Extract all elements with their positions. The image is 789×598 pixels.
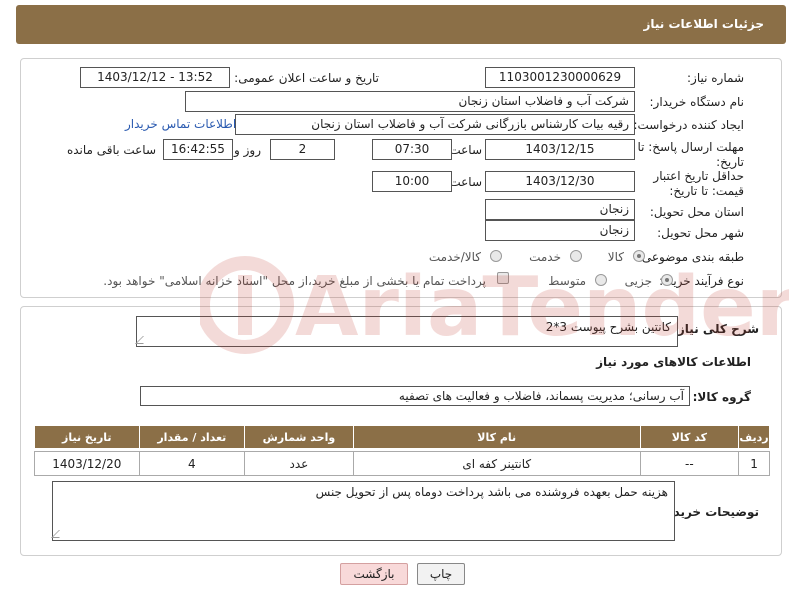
description-text: کانتین بشرح پیوست 3*2 (545, 320, 671, 334)
reply-time-label: ساعت (449, 143, 482, 157)
process-radio-medium[interactable] (595, 274, 607, 286)
description-field: کانتین بشرح پیوست 3*2 (135, 316, 678, 347)
announce-datetime-field: 1403/12/12 - 13:52 (80, 67, 230, 88)
page-title: جزئیات اطلاعات نیاز (643, 17, 764, 31)
category-option-goods: کالا (607, 250, 624, 264)
buyer-org-label: نام دستگاه خریدار: (649, 95, 745, 109)
col-quantity: تعداد / مقدار (138, 425, 246, 449)
back-button[interactable]: بازگشت (340, 563, 408, 585)
category-radio-goods[interactable] (633, 250, 645, 262)
category-radio-goods-service[interactable] (490, 250, 502, 262)
reply-time-field: 07:30 (372, 139, 452, 160)
goods-info-title: اطلاعات کالاهای مورد نیاز (596, 355, 751, 369)
goods-table: ردیف کد کالا نام کالا واحد شمارش تعداد /… (34, 425, 770, 476)
remaining-time-label: ساعت باقی مانده (66, 143, 156, 157)
city-field: زنجان (485, 220, 635, 241)
category-radio-service[interactable] (570, 250, 582, 262)
cell-goods-code: -- (639, 451, 740, 476)
reply-deadline-label: مهلت ارسال پاسخ: تا تاریخ: (637, 140, 744, 169)
resize-handle-icon[interactable] (135, 336, 151, 344)
requester-label: ایجاد کننده درخواست: (633, 118, 744, 132)
print-button[interactable]: چاپ (417, 563, 465, 585)
province-label: استان محل تحویل: (649, 205, 744, 219)
col-goods-code: کد کالا (639, 425, 740, 449)
process-option-medium: متوسط (548, 274, 586, 288)
cell-goods-name: کانتینر کفه ای (352, 451, 641, 476)
announce-datetime-label: تاریخ و ساعت اعلان عمومی: (234, 71, 379, 85)
price-validity-label: حداقل تاریخ اعتبار قیمت: تا تاریخ: (653, 169, 744, 198)
buyer-notes-text: هزینه حمل بعهده فروشنده می باشد پرداخت د… (315, 485, 668, 499)
cell-need-date: 1403/12/20 (34, 451, 140, 476)
price-validity-time-field: 10:00 (372, 171, 452, 192)
treasury-payment-checkbox[interactable] (497, 272, 509, 284)
category-option-service: خدمت (529, 250, 561, 264)
buyer-notes-field: هزینه حمل بعهده فروشنده می باشد پرداخت د… (51, 481, 675, 541)
requester-field: رقیه بیات کارشناس بازرگانی شرکت آب و فاض… (235, 114, 635, 135)
treasury-payment-note: پرداخت تمام یا بخشی از مبلغ خرید،از محل … (103, 274, 486, 288)
need-number-field: 1103001230000629 (485, 67, 635, 88)
need-number-label: شماره نیاز: (687, 71, 744, 85)
table-row: 1 -- کانتینر کفه ای عدد 4 1403/12/20 (34, 451, 770, 476)
price-validity-time-label: ساعت (449, 175, 482, 189)
price-validity-date-field: 1403/12/30 (485, 171, 635, 192)
goods-group-field: آب رسانی؛ مدیریت پسماند، فاضلاب و فعالیت… (140, 386, 690, 406)
days-label: روز و (234, 143, 261, 157)
days-remaining-field: 2 (270, 139, 335, 160)
goods-table-header: ردیف کد کالا نام کالا واحد شمارش تعداد /… (34, 425, 770, 449)
cell-unit: عدد (244, 451, 354, 476)
cell-row-number: 1 (738, 451, 770, 476)
goods-group-label: گروه کالا: (692, 390, 751, 404)
resize-handle-icon[interactable] (51, 530, 67, 538)
col-goods-name: نام کالا (352, 425, 641, 449)
col-unit: واحد شمارش (244, 425, 354, 449)
province-field: زنجان (485, 199, 635, 220)
buyer-contact-link[interactable]: اطلاعات تماس خریدار (125, 117, 236, 131)
process-radio-minor[interactable] (661, 274, 673, 286)
cell-quantity: 4 (138, 451, 246, 476)
category-label: طبقه بندی موضوعی: (637, 250, 744, 264)
city-label: شهر محل تحویل: (657, 226, 744, 240)
category-option-goods-service: کالا/خدمت (428, 250, 481, 264)
process-option-minor: جزیی (624, 274, 652, 288)
col-need-date: تاریخ نیاز (34, 425, 140, 449)
col-row-number: ردیف (738, 425, 770, 449)
remaining-time-field: 16:42:55 (163, 139, 233, 160)
reply-date-field: 1403/12/15 (485, 139, 635, 160)
page-header: جزئیات اطلاعات نیاز (16, 5, 786, 44)
description-label: شرح کلی نیاز: (673, 322, 759, 336)
buyer-org-field: شرکت آب و فاضلاب استان زنجان (185, 91, 635, 112)
